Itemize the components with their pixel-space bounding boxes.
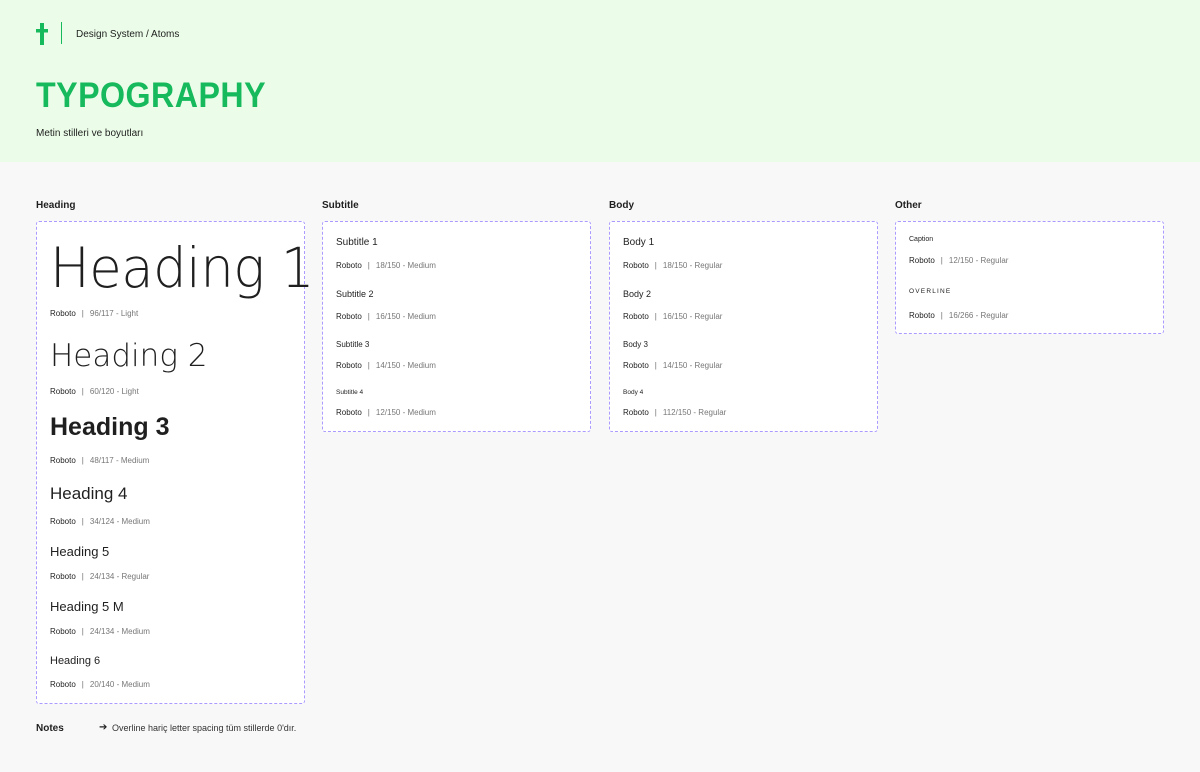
body-1-sample: Body 1 [623, 237, 655, 248]
subtitle-2-sample: Subtitle 2 [336, 289, 374, 299]
overline-sample: OVERLINE [909, 288, 952, 295]
heading-4-spec: Roboto | 34/124 - Medium [50, 517, 150, 526]
notes-text: Overline hariç letter spacing tüm stille… [112, 723, 297, 733]
body-3-spec: Roboto | 14/150 - Regular [623, 361, 723, 370]
breadcrumb-divider [61, 22, 62, 44]
subtitle-3-spec: Roboto | 14/150 - Medium [336, 361, 436, 370]
notes-label: Notes [36, 723, 64, 734]
heading-1-sample: Heading 1 [50, 236, 314, 300]
subtitle-1-sample: Subtitle 1 [336, 237, 378, 248]
heading-6-spec: Roboto | 20/140 - Medium [50, 680, 150, 689]
caption-spec: Roboto | 12/150 - Regular [909, 256, 1009, 265]
body-2-spec: Roboto | 16/150 - Regular [623, 312, 723, 321]
heading-5m-sample: Heading 5 M [50, 599, 124, 614]
other-column-title: Other [895, 200, 922, 211]
heading-6-sample: Heading 6 [50, 655, 101, 667]
other-card: Caption Roboto | 12/150 - Regular OVERLINE… [895, 221, 1164, 334]
subtitle-1-spec: Roboto | 18/150 - Medium [336, 261, 436, 270]
heading-1-spec: Roboto | 96/117 - Light [50, 309, 139, 318]
heading-card: Heading 1 Roboto | 96/117 - Light Heading … [36, 221, 314, 704]
body-1-spec: Roboto | 18/150 - Regular [623, 261, 723, 270]
page-subtitle: Metin stilleri ve boyutları [36, 128, 144, 139]
heading-5-sample: Heading 5 [50, 544, 110, 559]
heading-3-spec: Roboto | 48/117 - Medium [50, 456, 150, 465]
subtitle-4-sample: Subtitle 4 [336, 389, 364, 396]
breadcrumb[interactable]: Design System / Atoms [76, 29, 179, 40]
subtitle-2-spec: Roboto | 16/150 - Medium [336, 312, 436, 321]
logo-icon [36, 23, 48, 45]
heading-2-sample: Heading 2 [50, 338, 208, 374]
heading-column-title: Heading [36, 200, 76, 211]
subtitle-card: Subtitle 1 Roboto | 18/150 - Medium Subtit… [322, 221, 591, 432]
body-2-sample: Body 2 [623, 289, 652, 299]
page-title: TYPOGRAPHY [36, 76, 267, 115]
heading-5m-spec: Roboto | 24/134 - Medium [50, 627, 150, 636]
heading-2-spec: Roboto | 60/120 - Light [50, 387, 139, 396]
heading-3-sample: Heading 3 [50, 413, 170, 441]
body-4-sample: Body 4 [623, 389, 644, 396]
body-column-title: Body [609, 200, 634, 211]
body-4-spec: Roboto | 112/150 - Regular [623, 408, 727, 417]
body-3-sample: Body 3 [623, 340, 648, 349]
heading-5-spec: Roboto | 24/134 - Regular [50, 572, 150, 581]
heading-4-sample: Heading 4 [50, 484, 128, 503]
overline-spec: Roboto | 16/266 - Regular [909, 311, 1009, 320]
subtitle-4-spec: Roboto | 12/150 - Medium [336, 408, 436, 417]
arrow-right-icon: ➔ [99, 722, 108, 733]
subtitle-column-title: Subtitle [322, 200, 359, 211]
caption-sample: Caption [909, 236, 934, 243]
body-card: Body 1 Roboto | 18/150 - Regular Body 2 Ro… [609, 221, 878, 432]
subtitle-3-sample: Subtitle 3 [336, 340, 370, 349]
header-banner: Design System / Atoms TYPOGRAPHY Metin s… [0, 0, 1200, 162]
